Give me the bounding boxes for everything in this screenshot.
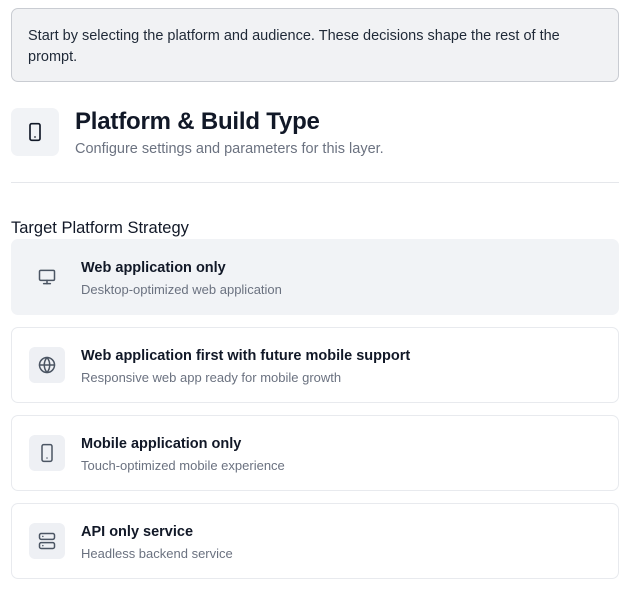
option-description: Desktop-optimized web application (81, 282, 282, 297)
option-title: Mobile application only (81, 436, 242, 452)
page-subtitle: Configure settings and parameters for th… (75, 141, 384, 157)
globe-icon (29, 347, 65, 383)
info-notice: Start by selecting the platform and audi… (11, 8, 619, 82)
divider (11, 182, 619, 183)
option-api-only[interactable]: API only service Headless backend servic… (11, 503, 619, 579)
info-notice-text: Start by selecting the platform and audi… (28, 28, 560, 65)
option-title: API only service (81, 524, 194, 540)
option-web-only[interactable]: Web application only Desktop-optimized w… (11, 239, 619, 315)
section-header: Platform & Build Type Configure settings… (11, 108, 619, 164)
monitor-icon (29, 259, 65, 295)
option-description: Responsive web app ready for mobile grow… (81, 370, 342, 385)
smartphone-icon (29, 435, 65, 471)
option-mobile-only[interactable]: Mobile application only Touch-optimized … (11, 415, 619, 491)
option-description: Headless backend service (81, 546, 233, 561)
section-label: Target Platform Strategy (11, 219, 189, 237)
option-description: Touch-optimized mobile experience (81, 458, 285, 473)
option-title: Web application only (81, 260, 226, 276)
server-icon (29, 523, 65, 559)
page-title: Platform & Build Type (75, 108, 320, 135)
option-web-first-mobile[interactable]: Web application first with future mobile… (11, 327, 619, 403)
smartphone-icon (11, 108, 59, 156)
option-title: Web application first with future mobile… (81, 348, 411, 364)
